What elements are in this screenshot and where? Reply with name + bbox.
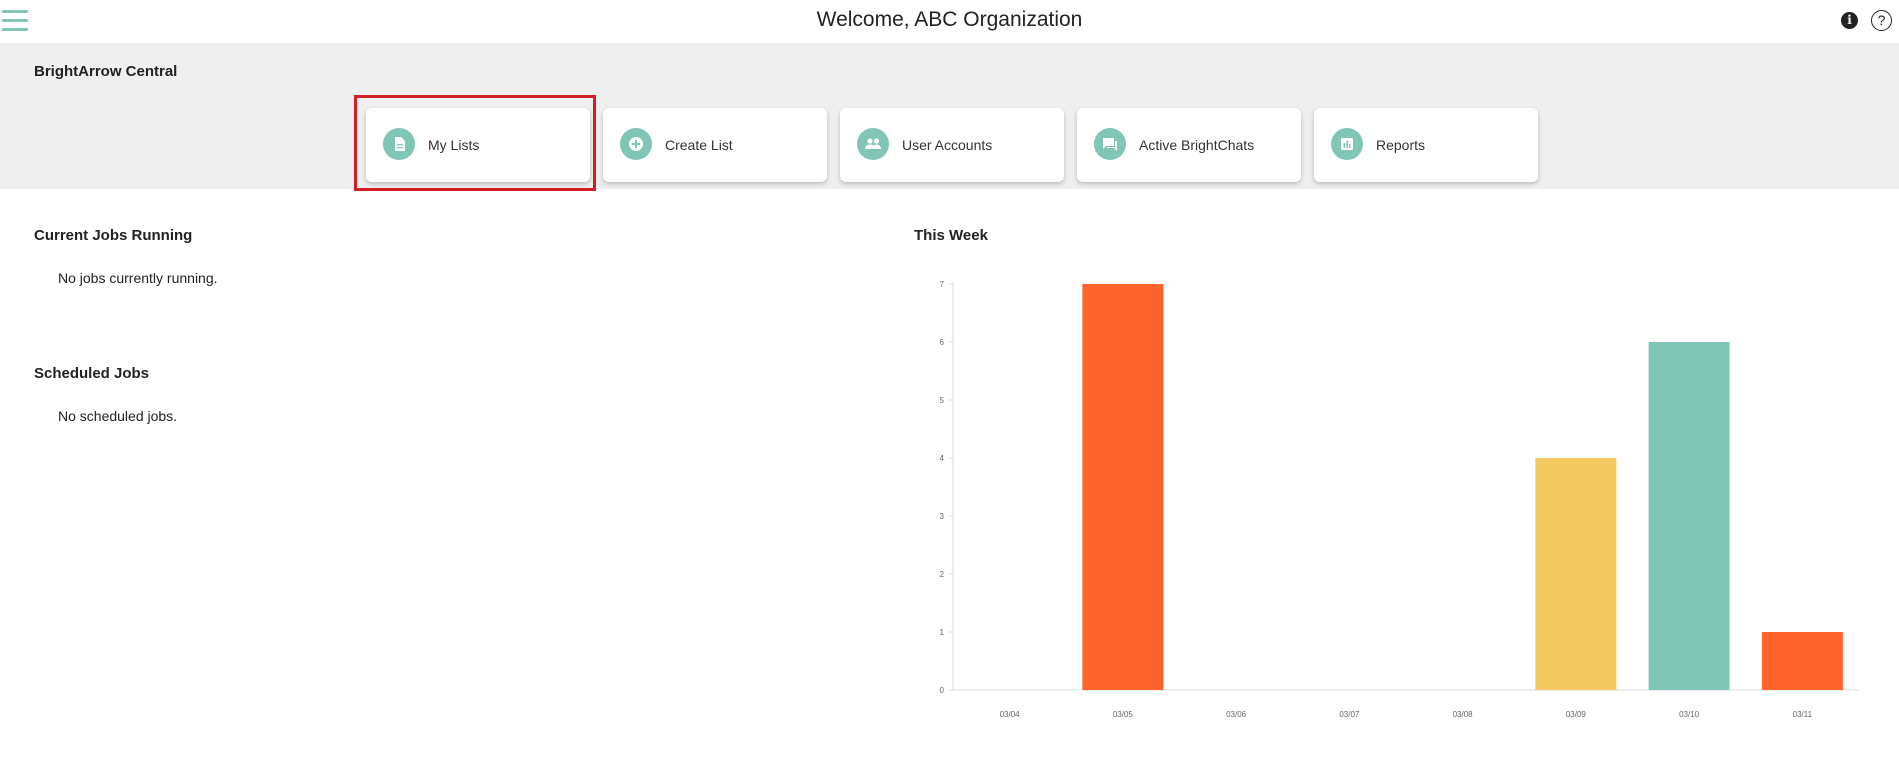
x-tick-label: 03/11 (1793, 710, 1813, 719)
x-tick-label: 03/06 (1226, 710, 1247, 719)
y-tick-label: 7 (940, 280, 945, 289)
y-tick-label: 0 (940, 686, 945, 695)
y-tick-label: 1 (940, 628, 945, 637)
x-tick-label: 03/10 (1679, 710, 1700, 719)
bar-03-10[interactable] (1648, 342, 1730, 690)
x-tick-label: 03/05 (1113, 710, 1134, 719)
x-tick-label: 03/08 (1453, 710, 1474, 719)
bar-03-09[interactable] (1535, 458, 1617, 690)
this-week-bar-chart: 0 1 2 3 4 5 6 7 03/04 03/05 03/06 03/07 03/08 03/09 03… (940, 280, 1859, 719)
y-tick-label: 4 (940, 454, 945, 463)
x-tick-label: 03/09 (1566, 710, 1587, 719)
bar-03-11[interactable] (1761, 632, 1843, 690)
y-tick-label: 3 (940, 512, 945, 521)
x-tick-label: 03/07 (1339, 710, 1360, 719)
x-tick-label: 03/04 (1000, 710, 1021, 719)
y-tick-label: 2 (940, 570, 945, 579)
bar-03-05[interactable] (1082, 284, 1164, 690)
y-tick-label: 5 (940, 396, 945, 405)
y-tick-label: 6 (940, 338, 945, 347)
